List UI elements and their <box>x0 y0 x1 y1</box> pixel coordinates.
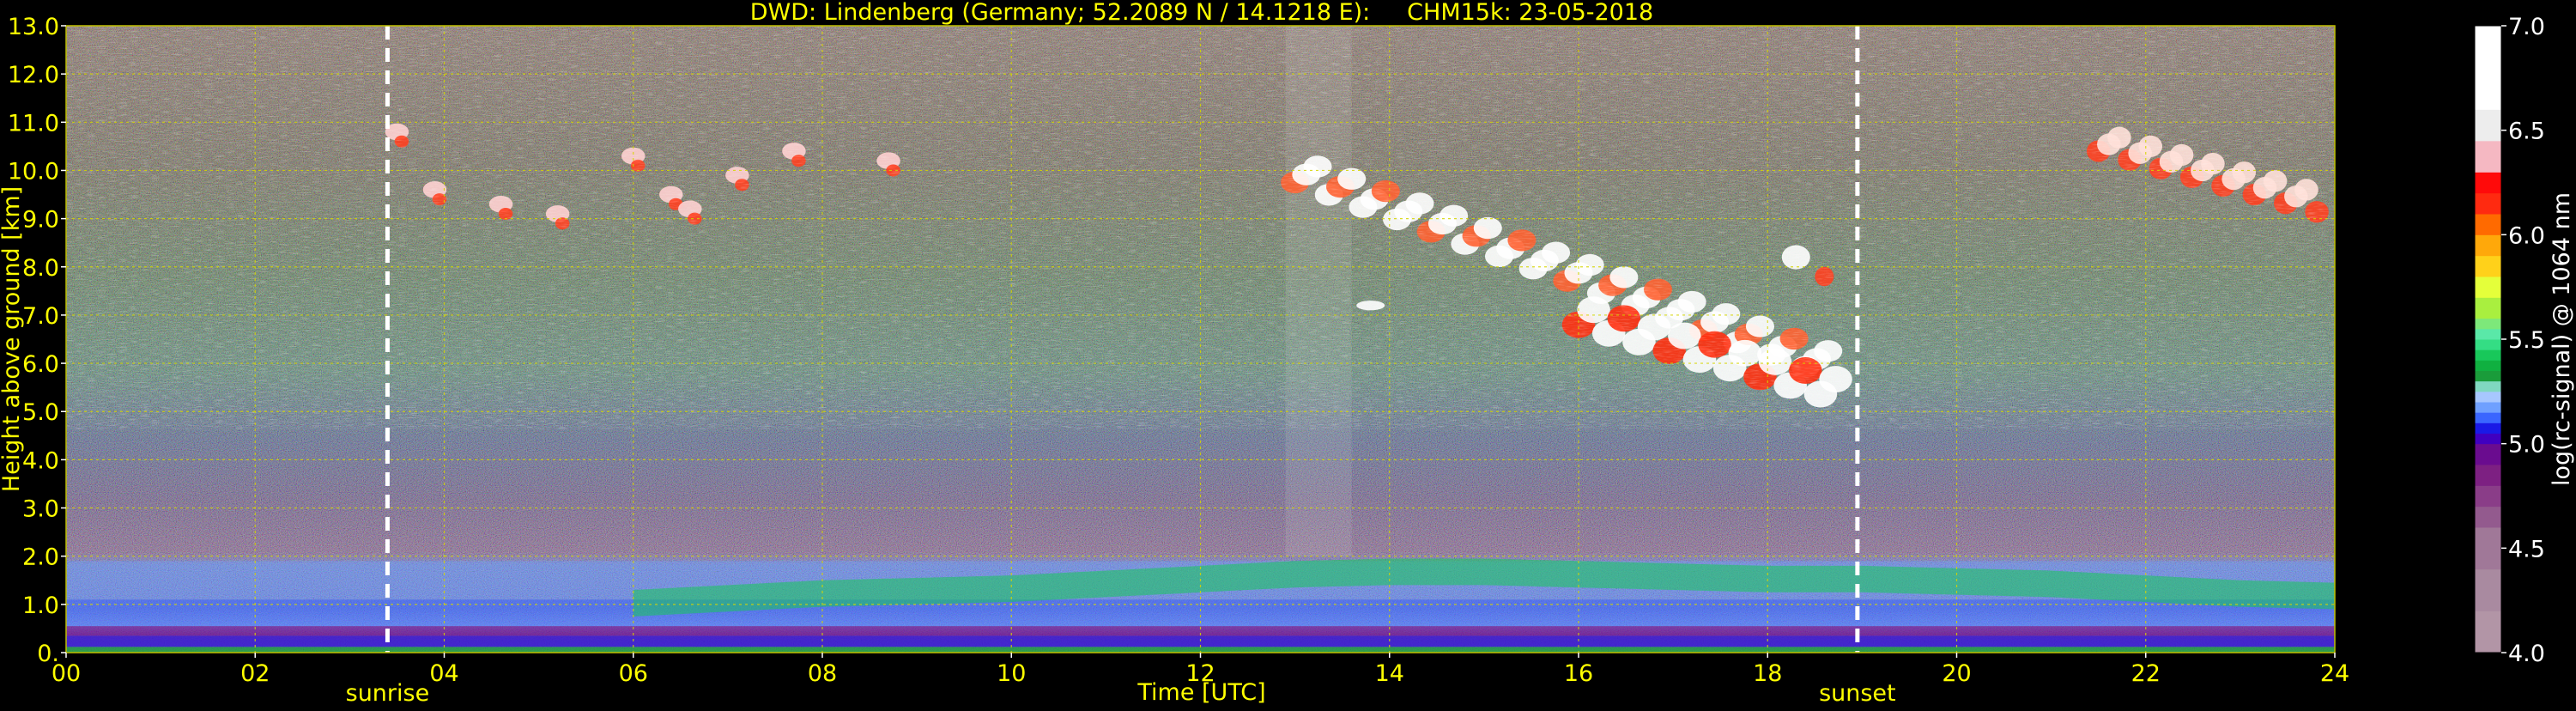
colorbar-segment <box>2475 276 2501 298</box>
x-tick-label: 10 <box>997 660 1026 687</box>
colorbar-segment <box>2475 568 2501 611</box>
y-tick-label: 1.0 <box>22 592 59 619</box>
colorbar-segment <box>2475 402 2501 413</box>
x-tick-label: 22 <box>2131 660 2161 687</box>
colorbar-segment <box>2475 328 2501 340</box>
x-tick-label: 08 <box>808 660 837 687</box>
y-tick-label: 9.0 <box>22 207 59 234</box>
colorbar-segment <box>2475 26 2501 110</box>
colorbar-segment <box>2475 297 2501 319</box>
figure-svg: sunrise sunset 00 02 04 06 08 10 12 14 16 18 20 22 24… <box>0 0 2575 707</box>
colorbar-segment <box>2475 255 2501 277</box>
colorbar-tick-label: 4.0 <box>2508 641 2545 667</box>
y-axis-label: Height above ground [km] <box>0 186 25 492</box>
y-tick-label: 11.0 <box>8 110 59 137</box>
colorbar-segment <box>2475 485 2501 507</box>
lidar-quicklook-figure: sunrise sunset 00 02 04 06 08 10 12 14 16 18 20 22 24… <box>0 0 2576 708</box>
x-tick-label: 24 <box>2320 660 2349 687</box>
colorbar-segment <box>2475 318 2501 330</box>
x-tick-label: 02 <box>240 660 270 687</box>
chart-title: DWD: Lindenberg (Germany; 52.2089 N / 14… <box>750 0 1653 26</box>
colorbar-segment <box>2475 380 2501 392</box>
colorbar-segment <box>2475 465 2501 486</box>
colorbar-segment <box>2475 109 2501 142</box>
colorbar-tick-label: 6.0 <box>2508 222 2545 249</box>
colorbar-tick-label: 5.5 <box>2508 327 2545 354</box>
colorbar-segment <box>2475 443 2501 465</box>
x-tick-label: 06 <box>619 660 648 687</box>
sun-marker-label: sunset <box>1819 680 1896 707</box>
colorbar-segment <box>2475 391 2501 403</box>
colorbar-tick-label: 4.5 <box>2508 536 2545 562</box>
colorbar-segment <box>2475 412 2501 423</box>
x-tick-label: 20 <box>1942 660 1971 687</box>
x-tick-label: 04 <box>429 660 458 687</box>
x-tick-label: 16 <box>1564 660 1593 687</box>
x-tick-label: 18 <box>1753 660 1782 687</box>
y-tick-label: 12.0 <box>8 62 59 88</box>
colorbar-segment <box>2475 506 2501 528</box>
colorbar-tick-label: 7.0 <box>2508 14 2545 40</box>
colorbar-segment <box>2475 370 2501 382</box>
colorbar-tick-label: 5.0 <box>2508 432 2545 459</box>
y-tick-label: 4.0 <box>22 447 59 474</box>
colorbar-tick-label: 6.5 <box>2508 118 2545 145</box>
y-tick-label: 2.0 <box>22 544 59 571</box>
colorbar-segment <box>2475 192 2501 215</box>
colorbar-segment <box>2475 339 2501 350</box>
colorbar-label: log(rc-signal) @ 1064 nm <box>2549 192 2575 486</box>
colorbar-segment <box>2475 360 2501 371</box>
y-tick-label: 7.0 <box>22 303 59 330</box>
y-tick-label: 10.0 <box>8 158 59 185</box>
y-tick-label: 5.0 <box>22 399 59 426</box>
colorbar-segment <box>2475 234 2501 257</box>
colorbar-segment <box>2475 422 2501 434</box>
colorbar-segment <box>2475 433 2501 445</box>
colorbar-segment <box>2475 140 2501 173</box>
colorbar: 4.0 4.5 5.0 5.5 6.0 6.5 7.0 <box>2474 14 2545 667</box>
y-tick-label: 13.0 <box>8 14 59 40</box>
colorbar-segment <box>2475 527 2501 570</box>
colorbar-segment <box>2475 172 2501 194</box>
y-tick-label: 3.0 <box>22 496 59 523</box>
colorbar-segment <box>2475 611 2501 653</box>
sun-marker-label: sunrise <box>346 680 430 707</box>
x-tick-label: 14 <box>1375 660 1404 687</box>
colorbar-segment <box>2475 349 2501 361</box>
y-tick-label: 6.0 <box>22 351 59 378</box>
x-axis-label: Time [UTC] <box>1136 679 1265 706</box>
y-tick-label: 0. <box>37 641 59 667</box>
y-tick-label: 8.0 <box>22 255 59 282</box>
colorbar-segment <box>2475 214 2501 235</box>
